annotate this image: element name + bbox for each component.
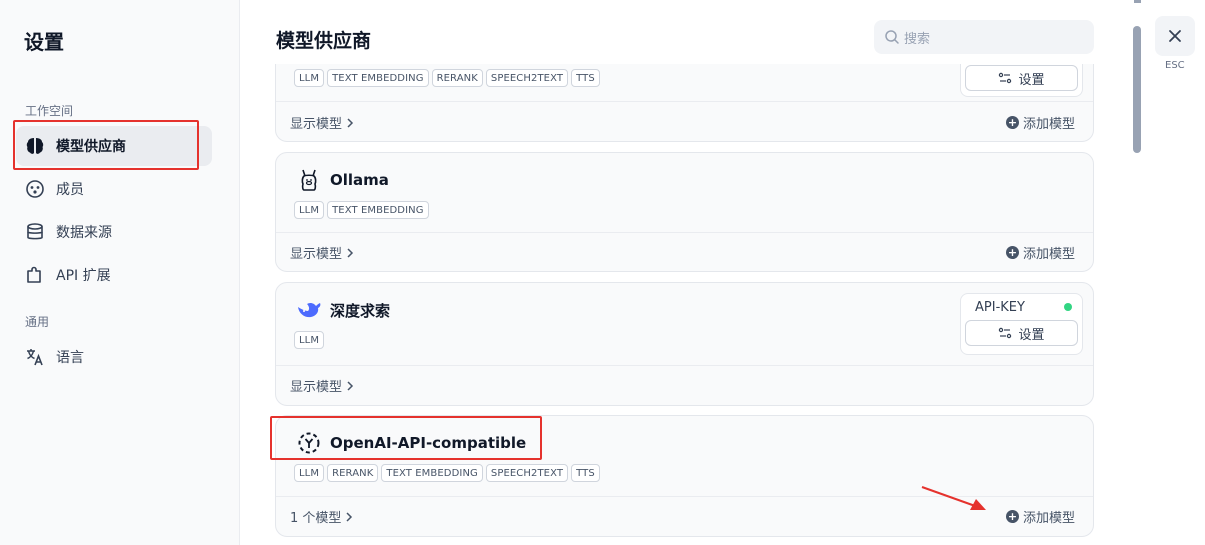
esc-label: ESC (1165, 60, 1185, 71)
close-icon (1168, 29, 1182, 43)
search-input[interactable]: 搜索 (874, 20, 1094, 54)
sidebar-item-label: API 扩展 (56, 268, 111, 284)
search-placeholder: 搜索 (904, 31, 931, 47)
apikey-label: API-KEY (975, 299, 1025, 315)
sidebar: 设置 工作空间 模型供应商 成员 数据来源 API 扩展 通用 语言 (0, 0, 240, 545)
provider-tags: LLM (294, 331, 325, 349)
provider-card-deepseek: 深度求索 LLM API-KEY 设置 显示模型 (275, 282, 1094, 406)
provider-tags: LLM TEXT EMBEDDING RERANK SPEECH2TEXT TT… (294, 69, 600, 87)
section-label-general: 通用 (25, 315, 50, 329)
status-indicator (1064, 303, 1072, 311)
settings-button[interactable]: 设置 (965, 65, 1078, 91)
puzzle-icon (24, 264, 46, 286)
tag: TTS (571, 69, 600, 87)
card-divider (276, 365, 1093, 366)
provider-header: 深度求索 (296, 297, 390, 323)
tag: LLM (294, 69, 325, 87)
sidebar-item-label: 成员 (56, 182, 84, 198)
model-count-link[interactable]: 1 个模型 (290, 507, 353, 526)
provider-card: LLM TEXT EMBEDDING RERANK SPEECH2TEXT TT… (275, 64, 1094, 142)
sidebar-item-api-extension[interactable]: API 扩展 (16, 255, 212, 295)
tag: LLM (294, 464, 325, 482)
tag: SPEECH2TEXT (485, 69, 569, 87)
show-models-link[interactable]: 显示模型 (290, 113, 354, 132)
apikey-status: API-KEY (961, 294, 1082, 320)
translate-icon (24, 346, 46, 368)
sidebar-item-label: 语言 (56, 350, 84, 366)
apikey-box: API-KEY 设置 (960, 293, 1083, 355)
chevron-right-icon (345, 511, 353, 522)
scrollbar-top (1134, 0, 1141, 3)
members-icon (24, 178, 46, 200)
whale-icon (296, 297, 322, 323)
provider-card-ollama: Ollama LLM TEXT EMBEDDING 显示模型 + 添加模型 (275, 152, 1094, 272)
chevron-right-icon (346, 117, 354, 128)
tag: RERANK (431, 69, 483, 87)
card-divider (276, 232, 1093, 233)
plus-circle-icon: + (1005, 116, 1019, 129)
show-models-link[interactable]: 显示模型 (290, 243, 354, 262)
card-divider (276, 101, 1093, 102)
settings-label: 设置 (1018, 72, 1045, 88)
highlight-box-sidebar (13, 120, 199, 170)
add-model-button[interactable]: + 添加模型 (1005, 507, 1075, 526)
show-models-link[interactable]: 显示模型 (290, 376, 354, 395)
highlight-box-provider (270, 416, 542, 460)
provider-tags: LLM RERANK TEXT EMBEDDING SPEECH2TEXT TT… (294, 464, 600, 482)
provider-list: LLM TEXT EMBEDDING RERANK SPEECH2TEXT TT… (241, 64, 1116, 545)
tag: LLM (294, 201, 325, 219)
tag: TEXT EMBEDDING (327, 69, 429, 87)
provider-tags: LLM TEXT EMBEDDING (294, 201, 429, 219)
sliders-icon (998, 326, 1012, 340)
settings-app: 设置 工作空间 模型供应商 成员 数据来源 API 扩展 通用 语言 模型供应商… (0, 0, 1205, 545)
sidebar-title: 设置 (24, 30, 64, 54)
tag: TTS (571, 464, 600, 482)
annotation-arrow (921, 486, 986, 510)
scrollbar-thumb[interactable] (1133, 26, 1141, 153)
section-label-workspace: 工作空间 (25, 104, 74, 118)
database-icon (24, 221, 46, 243)
page-title: 模型供应商 (276, 30, 372, 52)
sidebar-item-label: 数据来源 (56, 225, 112, 241)
sidebar-item-language[interactable]: 语言 (16, 337, 212, 377)
add-model-button[interactable]: + 添加模型 (1005, 243, 1075, 262)
settings-button[interactable]: 设置 (965, 320, 1078, 346)
provider-name: Ollama (330, 171, 389, 189)
sliders-icon (998, 71, 1012, 85)
plus-circle-icon: + (1005, 510, 1019, 523)
chevron-right-icon (346, 380, 354, 391)
chevron-right-icon (346, 247, 354, 258)
tag: TEXT EMBEDDING (381, 464, 483, 482)
apikey-box: 设置 (960, 64, 1083, 97)
search-icon (884, 29, 900, 45)
add-model-button[interactable]: + 添加模型 (1005, 113, 1075, 132)
plus-circle-icon: + (1005, 246, 1019, 259)
tag: TEXT EMBEDDING (327, 201, 429, 219)
sidebar-item-data-source[interactable]: 数据来源 (16, 212, 212, 252)
tag: SPEECH2TEXT (485, 464, 569, 482)
llama-icon (296, 167, 322, 193)
provider-name: 深度求索 (330, 301, 391, 320)
tag: RERANK (327, 464, 379, 482)
close-button[interactable] (1155, 16, 1195, 56)
provider-header: Ollama (296, 167, 389, 193)
sidebar-item-members[interactable]: 成员 (16, 169, 212, 209)
settings-label: 设置 (1018, 327, 1045, 343)
tag: LLM (294, 331, 325, 349)
